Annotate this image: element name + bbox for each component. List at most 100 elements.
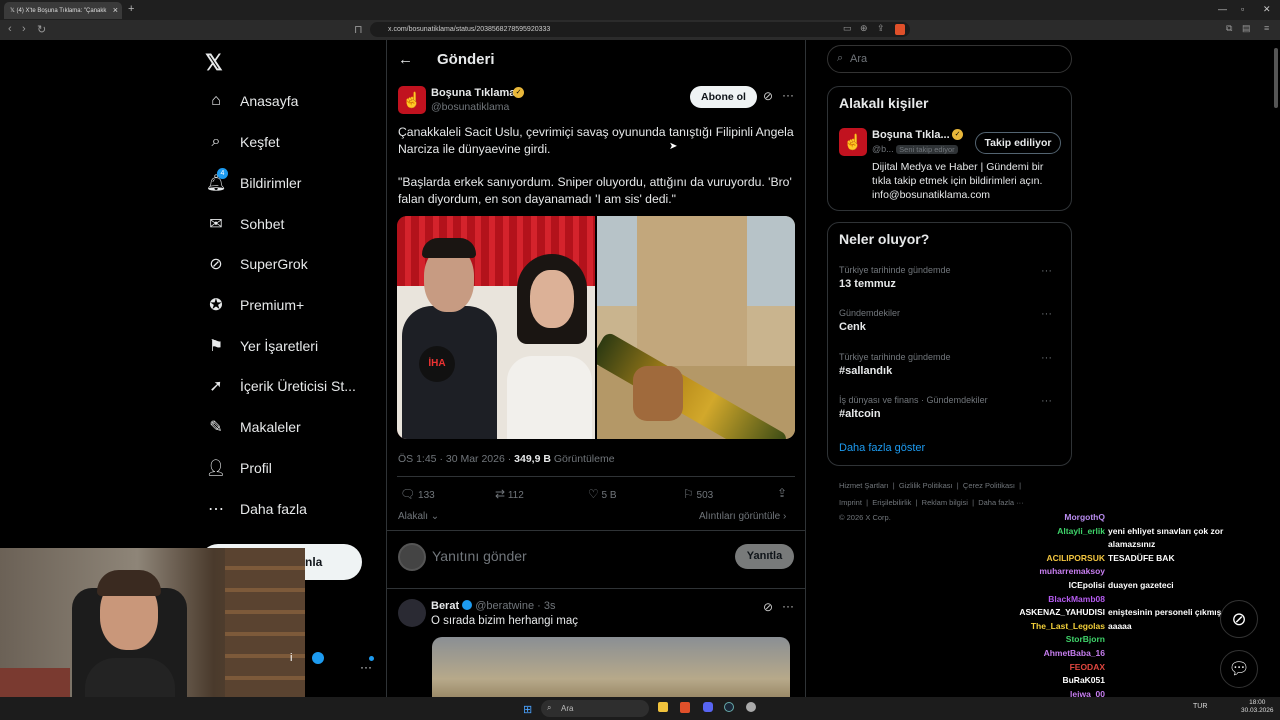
heart-icon: ♡ bbox=[588, 487, 599, 501]
chat-username[interactable]: AhmetBaba_16 bbox=[1044, 648, 1105, 658]
account-more-icon[interactable]: ··· bbox=[360, 660, 372, 674]
like-action[interactable]: ♡ 5 B bbox=[588, 487, 617, 501]
share-icon[interactable]: ⇪ bbox=[777, 486, 787, 500]
post-image-wedding[interactable]: İHA bbox=[397, 216, 595, 439]
menu-icon[interactable]: ≡ bbox=[1264, 23, 1269, 33]
close-window-icon[interactable]: ✕ bbox=[1263, 4, 1271, 15]
more-options-icon[interactable]: ··· bbox=[1041, 265, 1052, 277]
reply-input[interactable]: Yanıtını gönder bbox=[432, 548, 527, 564]
reply-media[interactable] bbox=[432, 637, 790, 697]
chat-username[interactable]: ASKENAZ_YAHUDISI bbox=[1019, 607, 1105, 617]
my-avatar[interactable] bbox=[398, 543, 426, 571]
chat-username[interactable]: BlackMamb08 bbox=[1048, 594, 1105, 604]
view-quotes-link[interactable]: Alıntıları görüntüle › bbox=[699, 511, 786, 522]
chat-username[interactable]: FEODAX bbox=[1070, 662, 1105, 672]
following-button[interactable]: Takip ediliyor bbox=[975, 132, 1061, 154]
back-arrow-icon[interactable]: ← bbox=[398, 51, 413, 68]
trend-item[interactable]: Gündemdekiler Cenk ··· bbox=[839, 308, 1064, 333]
author-handle[interactable]: @bosunatiklama bbox=[431, 101, 509, 113]
home-icon: ⌂ bbox=[211, 92, 221, 109]
footer-links[interactable]: Hizmet Şartları | Gizlilik Politikası | … bbox=[839, 481, 1021, 490]
subscribe-button[interactable]: Abone ol bbox=[690, 86, 757, 108]
search-icon: ⌕ bbox=[547, 703, 552, 712]
sort-dropdown[interactable]: Alakalı ⌄ bbox=[398, 511, 439, 522]
app-icon[interactable] bbox=[746, 702, 756, 712]
author-name[interactable]: Boşuna Tıklama bbox=[431, 87, 515, 99]
chat-username[interactable]: The_Last_Legolas bbox=[1031, 621, 1105, 631]
more-options-icon[interactable]: ··· bbox=[1041, 352, 1052, 364]
forward-icon[interactable]: › bbox=[22, 23, 26, 35]
nav-profile[interactable]: 👤︎ Profil bbox=[205, 453, 385, 483]
nav-explore[interactable]: ⌕ Keşfet bbox=[205, 127, 385, 157]
author-avatar[interactable]: ☝ bbox=[398, 86, 426, 114]
grok-floating-icon[interactable]: ⊘ bbox=[1220, 600, 1258, 638]
maximize-icon[interactable]: ▫ bbox=[1241, 4, 1244, 14]
close-tab-icon[interactable]: × bbox=[113, 5, 118, 15]
reply-author[interactable]: Berat @beratwine · 3s bbox=[431, 600, 556, 612]
browser-tab[interactable]: 𝕏 (4) X'te Boşuna Tıklama: "Çanakk × bbox=[4, 2, 122, 19]
minimize-icon[interactable]: — bbox=[1218, 4, 1227, 14]
x-logo-icon[interactable]: 𝕏 bbox=[205, 50, 223, 76]
trend-context: Gündemdekiler bbox=[839, 308, 901, 318]
language-indicator[interactable]: TUR bbox=[1193, 703, 1207, 710]
show-more-link[interactable]: Daha fazla göster bbox=[839, 442, 925, 454]
more-options-icon[interactable]: ··· bbox=[782, 599, 794, 613]
nav-supergrok[interactable]: ⊘ SuperGrok bbox=[205, 249, 385, 279]
scrollbar[interactable] bbox=[1274, 48, 1278, 108]
more-options-icon[interactable]: ··· bbox=[1041, 308, 1052, 320]
more-options-icon[interactable]: ··· bbox=[782, 88, 794, 102]
chat-username[interactable]: ACILIPORSUK bbox=[1046, 553, 1105, 563]
footer-links[interactable]: Imprint | Erişilebilirlik | Reklam bilgi… bbox=[839, 498, 1024, 507]
extensions-icon[interactable]: ⧉ bbox=[1226, 23, 1232, 34]
more-options-icon[interactable]: ··· bbox=[1041, 395, 1052, 407]
brave-shield-icon[interactable] bbox=[895, 24, 905, 35]
chat-username[interactable]: muharremaksoy bbox=[1039, 566, 1105, 576]
nav-home[interactable]: ⌂ Anasayfa bbox=[205, 86, 385, 116]
search-input[interactable]: ⌕ Ara bbox=[827, 45, 1072, 73]
related-name[interactable]: Boşuna Tıkla... bbox=[872, 129, 950, 141]
taskbar-search[interactable]: ⌕ Ara bbox=[541, 700, 649, 717]
brave-icon[interactable] bbox=[680, 702, 690, 713]
nav-creator-studio[interactable]: ➚ İçerik Üreticisi St... bbox=[205, 371, 385, 401]
nav-bookmarks[interactable]: ⚑ Yer İşaretleri bbox=[205, 331, 385, 361]
repost-action[interactable]: ⇄ 112 bbox=[495, 487, 524, 501]
related-avatar[interactable]: ☝ bbox=[839, 128, 867, 156]
reply-button[interactable]: Yanıtla bbox=[735, 544, 794, 569]
chat-username[interactable]: StorBjorn bbox=[1066, 634, 1105, 644]
back-icon[interactable]: ‹ bbox=[8, 23, 12, 35]
nav-articles[interactable]: ✎ Makaleler bbox=[205, 412, 385, 442]
nav-premium[interactable]: ✪ Premium+ bbox=[205, 290, 385, 320]
bookmark-page-icon[interactable]: ⊓ bbox=[354, 23, 363, 36]
trend-item[interactable]: Türkiye tarihinde gündemde #sallandık ··· bbox=[839, 352, 1064, 377]
post-image-game[interactable] bbox=[597, 216, 795, 439]
zoom-icon[interactable]: ⊕ bbox=[860, 23, 868, 34]
trend-item[interactable]: Türkiye tarihinde gündemde 13 temmuz ··· bbox=[839, 265, 1064, 290]
groom-hair bbox=[422, 238, 476, 258]
new-tab-icon[interactable]: + bbox=[128, 3, 134, 15]
chat-username[interactable]: BuRaK051 bbox=[1062, 675, 1105, 685]
address-bar[interactable]: x.com/bosunatiklama/status/2038568278595… bbox=[370, 22, 910, 37]
reader-icon[interactable]: ▭ bbox=[843, 23, 852, 34]
reply-action[interactable]: 🗨︎ 133 bbox=[400, 487, 435, 501]
bookmark-count: 503 bbox=[696, 490, 714, 501]
steam-icon[interactable] bbox=[724, 702, 734, 712]
messages-floating-icon[interactable]: 💬︎ bbox=[1220, 650, 1258, 688]
discord-icon[interactable] bbox=[703, 702, 713, 712]
chat-username[interactable]: ICEpolisi bbox=[1069, 580, 1105, 590]
chat-username[interactable]: Altayli_erlik bbox=[1057, 526, 1105, 536]
reload-icon[interactable]: ↻ bbox=[37, 23, 46, 36]
share-icon[interactable]: ⇪ bbox=[877, 23, 885, 34]
chat-username[interactable]: MorgothQ bbox=[1064, 512, 1105, 522]
grok-icon[interactable]: ⊘ bbox=[763, 600, 773, 614]
nav-notifications[interactable]: 🔔︎ 4 Bildirimler bbox=[205, 168, 385, 198]
windows-start-icon[interactable]: ⊞ bbox=[523, 703, 532, 716]
reply-avatar[interactable] bbox=[398, 599, 426, 627]
nav-chat[interactable]: ✉ Sohbet bbox=[205, 209, 385, 239]
explorer-icon[interactable] bbox=[658, 702, 668, 712]
nav-more[interactable]: ⋯ Daha fazla bbox=[205, 494, 385, 524]
grok-icon[interactable]: ⊘ bbox=[763, 89, 773, 103]
bookmark-action[interactable]: ⚐ 503 bbox=[683, 487, 713, 501]
trend-item[interactable]: İş dünyası ve finans · Gündemdekiler #alt… bbox=[839, 395, 1064, 420]
clock[interactable]: 18:00 30.03.2026 bbox=[1241, 699, 1274, 715]
sidebar-icon[interactable]: ▤ bbox=[1242, 23, 1251, 34]
